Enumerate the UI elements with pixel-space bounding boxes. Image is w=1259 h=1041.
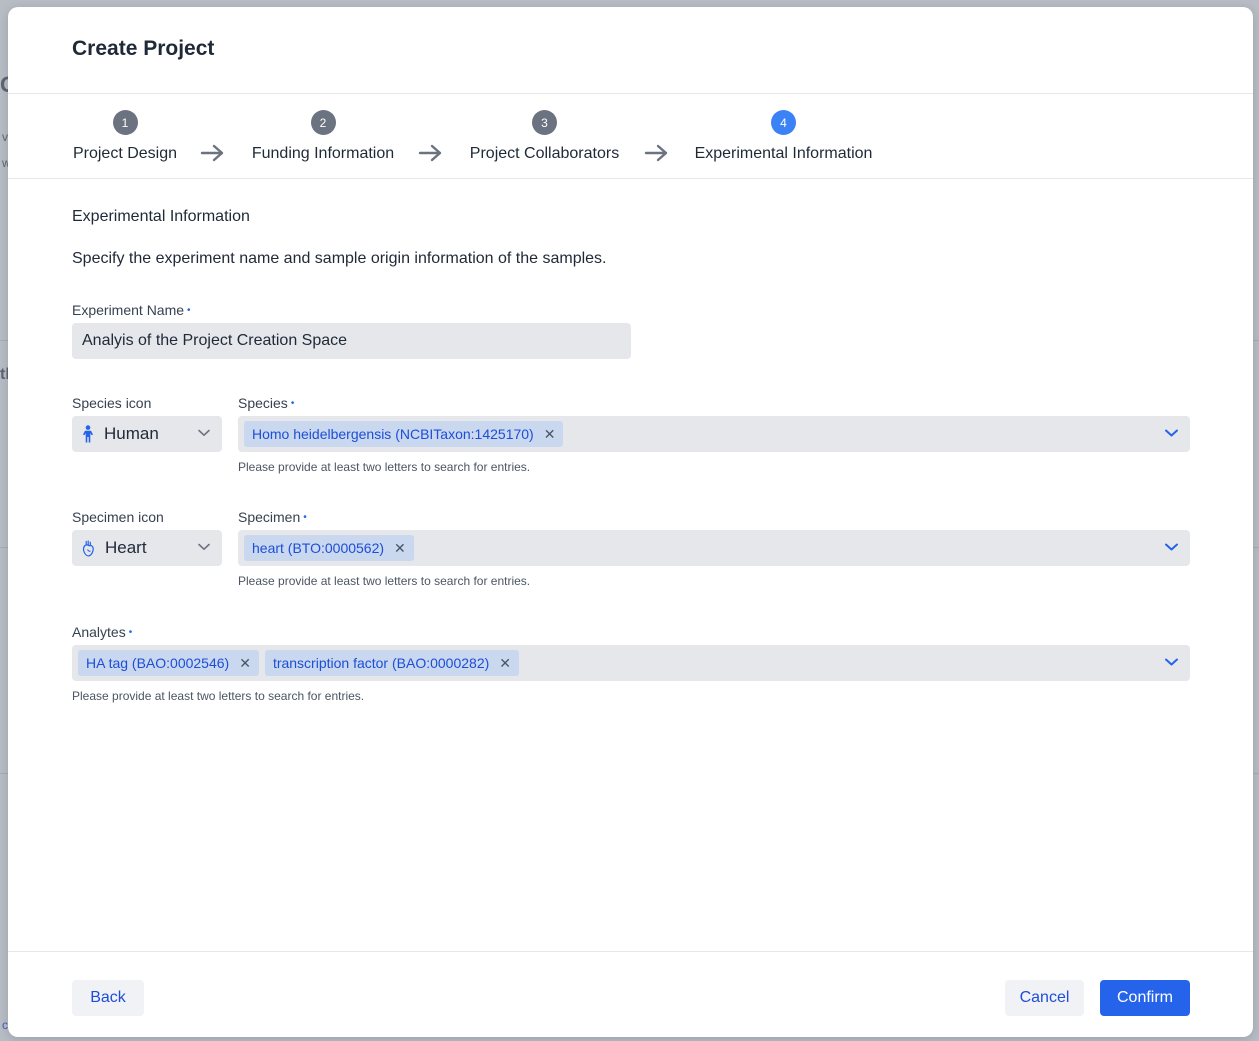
create-project-dialog: Create Project 1 Project Design 2 Fundin… (8, 7, 1253, 1037)
step-funding-information[interactable]: 2 Funding Information (250, 110, 396, 163)
step-number: 1 (112, 110, 138, 135)
species-multiselect[interactable]: Homo heidelbergensis (NCBITaxon:1425170)… (238, 416, 1190, 452)
analytes-label: Analytes • (72, 624, 1190, 640)
species-hint: Please provide at least two letters to s… (238, 460, 531, 474)
cancel-button[interactable]: Cancel (1005, 980, 1084, 1016)
experiment-name-field: Experiment Name • Analyis of the Project … (72, 302, 631, 359)
species-icon-label: Species icon (72, 395, 152, 411)
required-indicator: • (303, 512, 307, 523)
chevron-down-icon[interactable] (1165, 429, 1178, 437)
specimen-icon-select[interactable]: Heart (72, 530, 222, 566)
chip-label: Homo heidelbergensis (NCBITaxon:1425170) (252, 426, 534, 442)
step-label: Experimental Information (694, 145, 873, 162)
arrow-right-icon (200, 144, 224, 162)
remove-chip-icon[interactable]: ✕ (239, 655, 251, 672)
experiment-name-input[interactable]: Analyis of the Project Creation Space (72, 323, 631, 359)
dialog-footer: Back Cancel Confirm (8, 951, 1253, 1037)
analytes-hint: Please provide at least two letters to s… (72, 689, 365, 703)
specimen-icon-label: Specimen icon (72, 509, 164, 525)
chevron-down-icon[interactable] (1165, 543, 1178, 551)
dialog-title: Create Project (72, 37, 215, 60)
analytes-field: Analytes • HA tag (BAO:0002546) ✕ transcr… (72, 624, 1190, 703)
label-text: Analytes (72, 624, 126, 640)
step-number: 4 (771, 110, 796, 135)
label-text: Specimen (238, 509, 301, 525)
specimen-label: Specimen • (238, 509, 1190, 525)
specimen-multiselect[interactable]: heart (BTO:0000562) ✕ (238, 530, 1190, 566)
species-label: Species • (238, 395, 1190, 411)
step-label: Project Collaborators (469, 145, 620, 162)
arrow-right-icon (418, 144, 442, 162)
stepper: 1 Project Design 2 Funding Information 3… (8, 94, 1253, 179)
section-title: Experimental Information (72, 208, 250, 225)
specimen-icon-field: Specimen icon Heart (72, 509, 222, 566)
remove-chip-icon[interactable]: ✕ (544, 426, 556, 443)
section-description: Specify the experiment name and sample o… (72, 250, 607, 267)
specimen-icon-value: Heart (105, 538, 147, 557)
chip-label: HA tag (BAO:0002546) (86, 655, 230, 671)
specimen-hint: Please provide at least two letters to s… (238, 574, 531, 588)
required-indicator: • (290, 398, 295, 409)
dialog-header: Create Project (8, 7, 1253, 94)
label-text: Species (238, 395, 288, 411)
step-experimental-information[interactable]: 4 Experimental Information (693, 110, 874, 163)
step-number: 3 (532, 110, 557, 135)
confirm-button[interactable]: Confirm (1100, 980, 1190, 1016)
step-label: Funding Information (251, 145, 395, 162)
experiment-name-label: Experiment Name • (72, 302, 631, 318)
step-project-design[interactable]: 1 Project Design (72, 110, 178, 163)
species-icon-value: Human (104, 424, 159, 443)
step-project-collaborators[interactable]: 3 Project Collaborators (468, 110, 621, 163)
chevron-down-icon (198, 429, 210, 436)
required-indicator: • (128, 627, 133, 638)
specimen-chip: heart (BTO:0000562) ✕ (244, 535, 414, 561)
label-text: Experiment Name (72, 302, 185, 318)
specimen-field: Specimen • heart (BTO:0000562) ✕ Please p… (238, 509, 1190, 588)
species-icon-field: Species icon Human (72, 395, 222, 452)
required-indicator: • (187, 305, 191, 316)
chevron-down-icon (198, 543, 210, 550)
step-number: 2 (310, 110, 336, 135)
species-icon-select[interactable]: Human (72, 416, 222, 452)
species-field: Species • Homo heidelbergensis (NCBITaxon… (238, 395, 1190, 474)
step-label: Project Design (72, 145, 178, 162)
person-icon (83, 425, 93, 443)
arrow-right-icon (644, 144, 668, 162)
chip-label: heart (BTO:0000562) (252, 540, 385, 556)
analyte-chip: transcription factor (BAO:0000282) ✕ (264, 650, 520, 676)
chip-label: transcription factor (BAO:0000282) (272, 655, 490, 671)
species-chip: Homo heidelbergensis (NCBITaxon:1425170)… (244, 421, 564, 447)
heart-organ-icon (82, 539, 94, 556)
remove-chip-icon[interactable]: ✕ (499, 655, 511, 672)
chevron-down-icon[interactable] (1165, 658, 1178, 666)
back-button[interactable]: Back (72, 980, 144, 1016)
analytes-multiselect[interactable]: HA tag (BAO:0002546) ✕ transcription fac… (72, 645, 1190, 681)
analyte-chip: HA tag (BAO:0002546) ✕ (78, 650, 259, 676)
dialog-body: Experimental Information Specify the exp… (8, 179, 1253, 952)
remove-chip-icon[interactable]: ✕ (394, 540, 406, 557)
